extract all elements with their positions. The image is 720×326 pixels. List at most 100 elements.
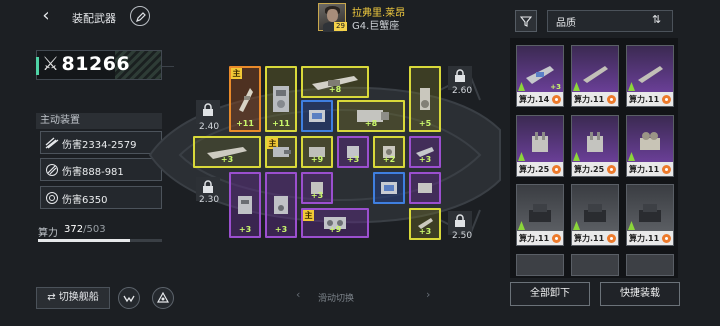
turret-icon: [584, 203, 606, 222]
unequip-all-button[interactable]: 全部卸下: [510, 282, 590, 306]
weapon-slot[interactable]: [373, 172, 405, 204]
gear-icon: [662, 165, 671, 174]
weapon-slot[interactable]: +11: [265, 66, 297, 132]
gear-icon: [662, 95, 671, 104]
main-weapon-tag: 主: [303, 210, 314, 221]
calc-label: 算力: [38, 228, 58, 239]
missile-icon: [45, 137, 59, 149]
cannon-icon: [273, 147, 291, 157]
inventory-card[interactable]: 算力.25: [571, 115, 619, 177]
shield-module-icon: [381, 182, 397, 194]
turret-icon: [639, 203, 661, 222]
gatling-icon: [587, 131, 603, 152]
inventory-card[interactable]: 算力.11: [571, 45, 619, 107]
main-weapon-tag: 主: [231, 68, 242, 79]
inventory-card[interactable]: +3 算力.14: [516, 45, 564, 107]
pencil-icon: [136, 12, 146, 22]
weapon-slot[interactable]: [301, 100, 333, 132]
card-calc: 算力.25: [519, 165, 550, 174]
weapon-slot[interactable]: 主 +11: [229, 66, 261, 132]
wing-emblem-icon: [123, 295, 135, 303]
weapon-slot[interactable]: +9: [301, 136, 333, 168]
lock-icon: [203, 180, 213, 193]
weapon-slot[interactable]: +2: [373, 136, 405, 168]
gear-icon: [552, 165, 561, 174]
weapon-level: +3: [310, 191, 324, 200]
gear-icon: [662, 234, 671, 243]
weapon-level: +3: [220, 155, 234, 164]
inventory-card[interactable]: [516, 254, 564, 276]
crossed-swords-icon: ⚔: [42, 53, 60, 75]
filter-icon: [520, 16, 532, 27]
fleet-button[interactable]: [118, 287, 140, 309]
weapon-slot[interactable]: +3: [193, 136, 261, 168]
triangle-nodes-icon: [157, 292, 169, 303]
lock-cost: 2.50: [452, 231, 473, 241]
locked-slot[interactable]: [196, 100, 220, 124]
sort-label: 品质: [556, 18, 576, 29]
weapon-level: +8: [328, 85, 342, 94]
cannon-icon: [274, 196, 288, 214]
gatling-icon: [532, 131, 548, 152]
quick-equip-button[interactable]: 快捷装载: [600, 282, 680, 306]
weapon-slot[interactable]: +3: [265, 172, 297, 238]
card-calc: 算力.11: [629, 234, 660, 243]
weapon-slot[interactable]: +3: [229, 172, 261, 238]
card-calc: 算力.11: [519, 234, 550, 243]
railgun-icon: [526, 65, 554, 84]
weapon-slot[interactable]: +3: [301, 172, 333, 204]
skill-text: 伤害2334-2579: [62, 140, 137, 151]
inventory-card[interactable]: 算力.25: [516, 115, 564, 177]
inventory-card[interactable]: [626, 254, 674, 276]
card-calc: 算力.11: [574, 234, 605, 243]
switch-ship-button[interactable]: ⇄ 切换舰船: [36, 287, 110, 309]
card-calc: 算力.11: [629, 95, 660, 104]
inventory-card[interactable]: 算力.11: [626, 115, 674, 177]
ship-name: G4.巨蟹座: [352, 21, 400, 32]
inventory-card[interactable]: 算力.11: [626, 45, 674, 107]
cannon-icon: [273, 86, 289, 112]
weapon-level: +9: [310, 155, 324, 164]
weapon-slot[interactable]: +5: [409, 66, 441, 132]
swap-icon: ⇄: [47, 292, 59, 303]
swipe-right-icon[interactable]: ›: [426, 288, 430, 301]
weapon-slot[interactable]: +3: [337, 136, 369, 168]
lock-cost: 2.40: [199, 122, 220, 132]
filter-button[interactable]: [515, 10, 537, 32]
edit-button[interactable]: [130, 6, 150, 26]
back-button[interactable]: ‹: [36, 6, 56, 26]
weapon-slot[interactable]: 主: [265, 136, 297, 168]
swipe-hint: 滑动切换: [318, 294, 355, 304]
card-calc: 算力.11: [629, 165, 660, 174]
gatling-icon: [418, 183, 432, 193]
weapon-slot[interactable]: [409, 172, 441, 204]
weapon-slot[interactable]: +8: [301, 66, 369, 98]
inventory-card[interactable]: 算力.11: [571, 184, 619, 246]
lock-icon: [455, 214, 465, 227]
missile-launcher-icon: [239, 88, 253, 112]
lock-cost: 2.60: [452, 86, 473, 96]
weapon-level: +3: [418, 227, 432, 236]
weapon-slot[interactable]: +3: [409, 208, 441, 240]
lock-icon: [455, 69, 465, 82]
weapon-level: +5: [418, 119, 432, 128]
swipe-left-icon[interactable]: ‹: [296, 288, 300, 301]
weapon-level: +11: [236, 119, 254, 128]
inventory-card[interactable]: [571, 254, 619, 276]
gear-icon: [607, 165, 616, 174]
weapon-slot[interactable]: +8: [337, 100, 405, 132]
inventory-card[interactable]: 算力.11: [626, 184, 674, 246]
cannon-icon: [640, 131, 660, 150]
skill-text: 伤害888-981: [62, 167, 124, 178]
sort-toggle-icon[interactable]: ⇅: [652, 13, 661, 26]
shells-icon: [46, 164, 58, 176]
weapon-slot[interactable]: 主 +9: [301, 208, 369, 238]
shield-module-icon: [309, 110, 325, 122]
weapon-level: +11: [272, 119, 290, 128]
turret-icon: [420, 88, 430, 110]
gear-icon: [607, 95, 616, 104]
card-calc: 算力.25: [574, 165, 605, 174]
formation-button[interactable]: [152, 287, 174, 309]
inventory-card[interactable]: 算力.11: [516, 184, 564, 246]
weapon-slot[interactable]: +3: [409, 136, 441, 168]
